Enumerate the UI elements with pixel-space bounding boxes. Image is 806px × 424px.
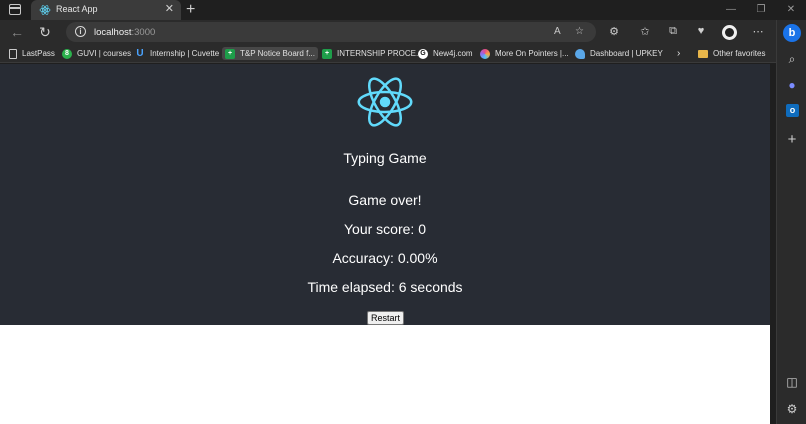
- collections-icon[interactable]: ⧉: [666, 25, 680, 38]
- url-text[interactable]: localhost:3000: [94, 27, 155, 38]
- bookmark-notice-board[interactable]: + T&P Notice Board f...: [222, 47, 318, 60]
- game-status: Game over!: [348, 192, 422, 208]
- tab-close-icon[interactable]: ✕: [165, 2, 174, 15]
- tab-title: React App: [56, 4, 98, 14]
- restart-button[interactable]: Restart: [367, 311, 404, 325]
- site-info-icon[interactable]: i: [75, 26, 86, 37]
- bookmark-new4j[interactable]: G New4j.com: [418, 47, 473, 60]
- new4j-icon: G: [418, 48, 428, 59]
- pointers-icon: [480, 48, 490, 59]
- score-text: Your score: 0: [344, 221, 426, 237]
- bookmarks-bar: LastPass 8 GUVI | courses U Internship |…: [0, 44, 776, 63]
- time-elapsed-text: Time elapsed: 6 seconds: [307, 279, 463, 295]
- page-viewport: Typing Game Game over! Your score: 0 Acc…: [0, 64, 770, 424]
- back-icon[interactable]: ←: [9, 24, 25, 40]
- cuvette-icon: U: [136, 47, 144, 59]
- page-icon: [9, 48, 17, 59]
- add-sidebar-app-icon[interactable]: +: [784, 132, 800, 148]
- profile-avatar-icon[interactable]: [722, 25, 737, 40]
- bookmark-other-favorites[interactable]: Other favorites: [698, 47, 765, 60]
- tab-strip: React App ✕ + — ❐ ✕: [0, 0, 806, 20]
- browser-window: React App ✕ + — ❐ ✕ ← ↻ i localhost:3000…: [0, 0, 806, 424]
- react-favicon-icon: [39, 5, 51, 15]
- bookmark-cuvette[interactable]: U Internship | Cuvette: [135, 47, 219, 60]
- window-controls: — ❐ ✕: [716, 0, 806, 20]
- maximize-icon[interactable]: ❐: [746, 0, 776, 20]
- guvi-icon: 8: [62, 48, 72, 59]
- more-options-icon[interactable]: ⋯: [751, 25, 765, 38]
- search-icon[interactable]: ⌕: [784, 51, 800, 67]
- read-aloud-icon[interactable]: A: [554, 26, 561, 37]
- favorites-icon[interactable]: ✩: [638, 25, 652, 38]
- notice-board-icon: +: [225, 48, 235, 59]
- bookmark-internship-process[interactable]: + INTERNSHIP PROCE...: [322, 47, 423, 60]
- settings-gear-icon[interactable]: ⚙: [784, 401, 800, 417]
- bookmark-pointers[interactable]: More On Pointers |...: [480, 47, 569, 60]
- close-window-icon[interactable]: ✕: [776, 0, 806, 20]
- copilot-icon[interactable]: b: [783, 24, 801, 42]
- games-icon[interactable]: ●: [784, 77, 800, 93]
- bookmark-upkey[interactable]: Dashboard | UPKEY: [575, 47, 663, 60]
- game-title: Typing Game: [343, 150, 427, 166]
- app-container: Typing Game Game over! Your score: 0 Acc…: [0, 64, 770, 325]
- tab-react-app[interactable]: React App ✕: [31, 0, 181, 20]
- toolbar: ← ↻ i localhost:3000 A ☆ ⚙ ✩ ⧉ ♥ ⋯: [0, 20, 776, 44]
- bookmark-lastpass[interactable]: LastPass: [9, 47, 55, 60]
- browser-essentials-icon[interactable]: ♥: [694, 25, 708, 37]
- bookmarks-overflow-icon[interactable]: ›: [677, 47, 680, 60]
- edge-sidebar: b ⌕ ● o + ◫ ⚙: [776, 20, 806, 424]
- bookmark-guvi[interactable]: 8 GUVI | courses: [62, 47, 131, 60]
- minimize-icon[interactable]: —: [716, 0, 746, 20]
- react-logo-icon: [357, 77, 413, 127]
- extensions-icon[interactable]: ⚙: [607, 25, 621, 38]
- sheets-icon: +: [322, 48, 332, 59]
- hide-sidebar-icon[interactable]: ◫: [784, 374, 800, 390]
- new-tab-icon[interactable]: +: [186, 0, 195, 20]
- tab-actions-icon[interactable]: [9, 4, 21, 15]
- add-favorite-icon[interactable]: ☆: [575, 26, 584, 37]
- outlook-icon[interactable]: o: [786, 104, 799, 117]
- refresh-icon[interactable]: ↻: [37, 24, 53, 40]
- address-bar[interactable]: i localhost:3000 A ☆: [66, 22, 596, 42]
- accuracy-text: Accuracy: 0.00%: [332, 250, 438, 266]
- upkey-icon: [575, 48, 585, 59]
- folder-icon: [698, 49, 708, 58]
